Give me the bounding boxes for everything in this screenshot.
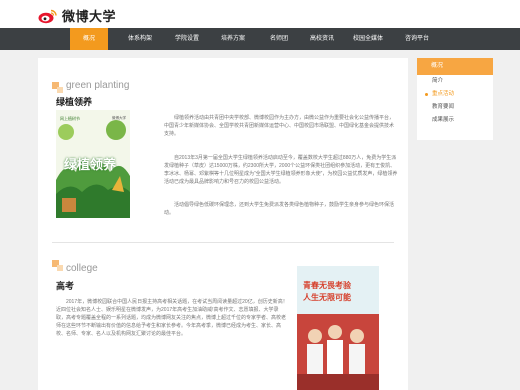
nav-item-media[interactable]: 校园全媒体 [345,28,391,50]
bullet-icon [425,93,428,96]
sidebar-item-edu-news[interactable]: 教育要闻 [417,101,493,114]
section-paragraph: 绿植领养活动由共青团中央学校部、微博校园作为主办方，由微公益作为重要社会化公益传… [164,115,395,137]
poster-line2-text: 人生无限可能 [303,293,351,302]
nav-item-consult[interactable]: 咨询平台 [397,28,437,50]
nav-item-training[interactable]: 培养方案 [213,28,253,50]
section-paragraph: 自2013年3月第一届全国大学生绿植领养活动启动至今，覆盖数校大学生超过880万… [164,155,398,185]
section-paragraph: 2017年，微博校园联合中国人民日报主持高考相关话题，在考试当周阅读量超过20亿… [56,299,288,337]
sidebar-header: 概况 [417,58,493,75]
top-bar: 微博大学 [0,0,520,28]
section-en-title: green planting [66,80,130,91]
poster-line1-text: 青春无畏考验 [303,281,351,290]
green-planting-poster[interactable]: 网上植树节 绿植领养 微博大学 [56,110,130,218]
nav-item-teachers[interactable]: 名师团 [261,28,297,50]
section-zh-title: 高考 [56,281,75,291]
college-poster[interactable]: 青春无畏考验 人生无限可能 [297,266,379,390]
section-paragraph: 活动倡导绿色低碳环保理念，还到大学生免费派发各类绿色植物种子，鼓励学生亲身参与绿… [164,202,395,216]
sidebar-item-key-activities[interactable]: 重点活动 [417,88,493,101]
sidebar: 概况 简介 重点活动 教育要闻 成果展示 [417,58,493,140]
section-zh-title: 绿植领养 [56,97,93,107]
nav-item-colleges[interactable]: 学院设置 [167,28,207,50]
site-logo[interactable]: 微博大学 [38,6,116,25]
section-divider [52,242,394,243]
content-panel: green planting 绿植领养 网上植树节 绿植领养 微博大学 绿植领养… [38,58,408,390]
nav-item-structure[interactable]: 体系构架 [120,28,160,50]
section-en-title: college [66,263,98,274]
site-title: 微博大学 [62,9,117,24]
poster-title-text: 绿植领养 [64,157,117,172]
sidebar-item-label: 重点活动 [432,91,455,97]
nav-item-news[interactable]: 高校资讯 [302,28,342,50]
nav-item-overview[interactable]: 概况 [70,28,108,50]
poster-top-text: 网上植树节 [60,116,80,121]
main-nav: 概况 体系构架 学院设置 培养方案 名师团 高校资讯 校园全媒体 咨询平台 [0,28,520,50]
sidebar-item-achievements[interactable]: 成果展示 [417,114,493,127]
poster-sub-text: 微博大学 [112,116,126,120]
weibo-logo-icon [38,8,58,24]
sidebar-item-intro[interactable]: 简介 [417,75,493,88]
